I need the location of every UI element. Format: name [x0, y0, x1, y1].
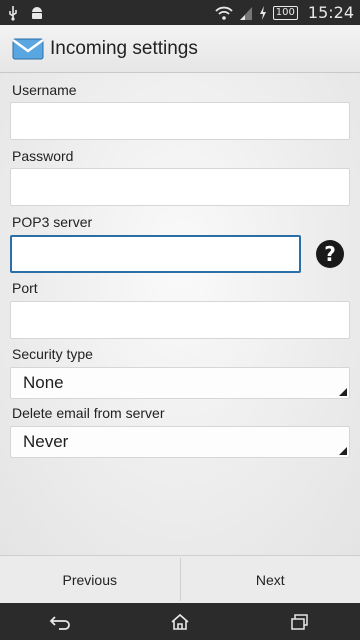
action-bar: Incoming settings [0, 25, 360, 73]
home-icon [171, 613, 189, 630]
settings-form: Username Password POP3 server ? Port Sec… [0, 73, 360, 555]
port-label: Port [12, 280, 38, 296]
delete-email-value: Never [23, 432, 69, 451]
signal-icon [239, 6, 252, 20]
wifi-icon [215, 6, 233, 20]
pop3-server-input[interactable] [10, 235, 301, 273]
previous-button[interactable]: Previous [0, 556, 180, 603]
clock: 15:24 [307, 3, 354, 22]
back-icon [49, 615, 70, 630]
delete-email-label: Delete email from server [12, 405, 165, 421]
page-title: Incoming settings [50, 37, 198, 59]
security-type-dropdown[interactable]: None [10, 367, 350, 399]
username-input[interactable] [10, 102, 350, 140]
back-button[interactable] [45, 610, 75, 634]
button-bar: Previous Next [0, 555, 360, 603]
security-type-label: Security type [12, 346, 93, 362]
home-button[interactable] [165, 610, 195, 634]
password-label: Password [12, 148, 74, 164]
dropdown-corner-icon [339, 447, 347, 455]
security-type-value: None [23, 373, 64, 392]
help-button[interactable]: ? [316, 240, 344, 268]
usb-icon [9, 5, 17, 21]
charging-icon [259, 5, 266, 20]
recent-apps-icon [291, 613, 308, 630]
password-input[interactable] [10, 168, 350, 206]
battery-level: 100 [272, 5, 298, 20]
port-input[interactable] [10, 301, 350, 339]
delete-email-dropdown[interactable]: Never [10, 426, 350, 458]
status-bar: 100 15:24 [0, 0, 360, 25]
android-debug-icon [32, 6, 42, 19]
recent-apps-button[interactable] [285, 610, 315, 634]
email-app-icon [12, 38, 44, 59]
server-label: POP3 server [12, 214, 93, 230]
navigation-bar [0, 603, 360, 640]
next-button[interactable]: Next [181, 556, 360, 603]
username-label: Username [12, 82, 77, 98]
dropdown-corner-icon [339, 388, 347, 396]
